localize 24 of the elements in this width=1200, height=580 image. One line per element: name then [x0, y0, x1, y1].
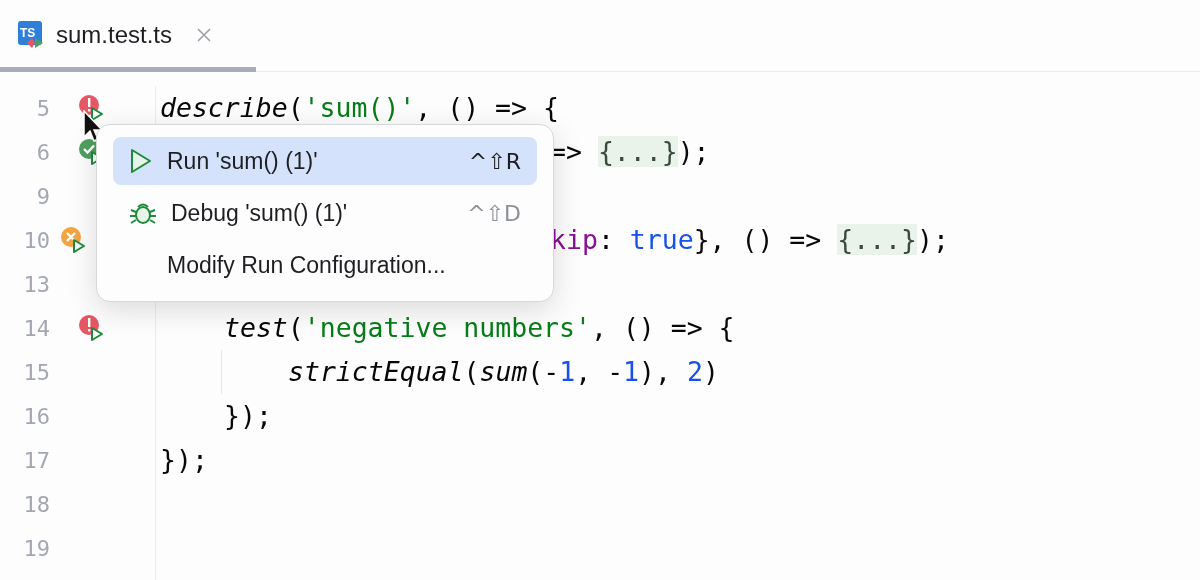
line-number: 5 — [35, 94, 50, 123]
line-number: 14 — [22, 314, 50, 343]
code-line: }); — [160, 443, 208, 478]
code-line: test('negative numbers', () => { — [224, 311, 735, 346]
code-line: strictEqual(sum(-1, -1), 2) — [288, 355, 719, 390]
menu-item[interactable]: Run 'sum() (1)' ^⇧R — [113, 137, 537, 185]
close-icon[interactable] — [196, 26, 213, 43]
tab-title: sum.test.ts — [56, 19, 173, 50]
code-line: describe('sum()', () => { — [160, 91, 559, 126]
line-number: 9 — [35, 182, 50, 211]
line-number: 15 — [22, 358, 50, 387]
line-number: 17 — [22, 446, 50, 475]
menu-item[interactable]: Modify Run Configuration... — [113, 241, 537, 289]
run-icon — [129, 148, 153, 174]
line-number: 10 — [22, 226, 50, 255]
test-ignored-run-icon[interactable] — [60, 226, 86, 254]
line-number: 13 — [22, 270, 50, 299]
line-number: 6 — [35, 138, 50, 167]
line-number: 16 — [22, 402, 50, 431]
code-line: }); — [224, 399, 272, 434]
line-number: 19 — [22, 534, 50, 563]
line-number: 18 — [22, 490, 50, 519]
menu-item[interactable]: Debug 'sum() (1)' ^⇧D — [113, 189, 537, 237]
editor-tab[interactable]: TS sum.test.ts — [0, 0, 256, 72]
